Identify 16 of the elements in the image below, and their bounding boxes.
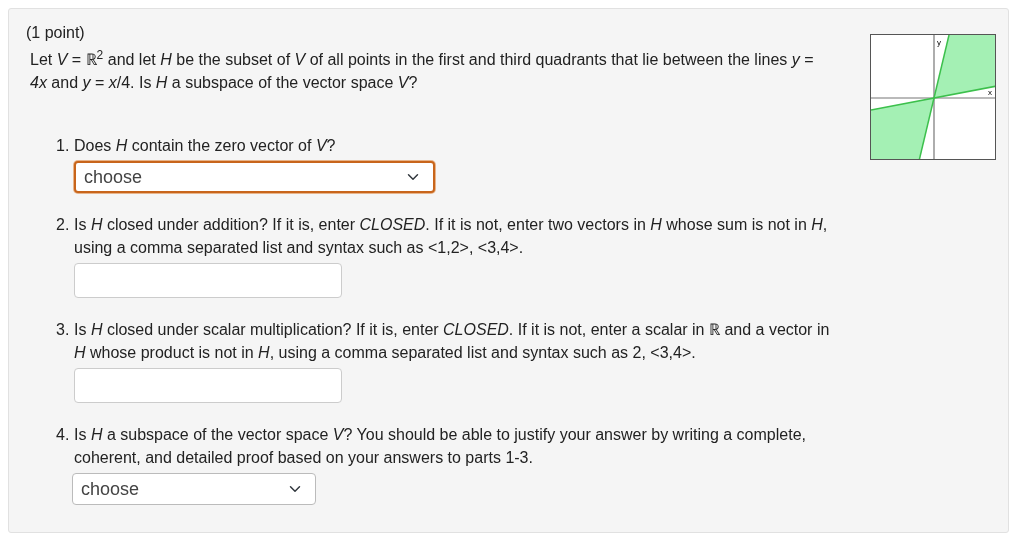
- answer-dropdown[interactable]: choose: [74, 161, 435, 193]
- answer-field[interactable]: [74, 263, 342, 298]
- question-text: Does H contain the zero vector of V?: [74, 136, 337, 156]
- question-number: 4.: [56, 425, 71, 445]
- question-number: 3.: [56, 320, 71, 340]
- answer-dropdown[interactable]: choose: [72, 473, 316, 505]
- points-label: (1 point): [26, 23, 86, 43]
- question-number: 1.: [56, 136, 71, 156]
- question-text: Is H closed under scalar multiplication? If it is, enter CLOSED. If it is not, enter a scalar in ℝ and a vector in H whose product is not in H, using a comma separated list and syntax such as 2, <3,4>.: [74, 320, 831, 363]
- question-number: 2.: [56, 215, 71, 235]
- question-text: Let V = ℝ$^{2}$ and let H be the subset of V of all points in the first and third quadrants that lie between the lines y = 4x and y = x/4. Is H a subspace of the vector space V?: [30, 48, 815, 93]
- answer-field[interactable]: [74, 368, 342, 403]
- question-text: Is H a subspace of the vector space V? You should be able to justify your answer by writing a complete, coherent, and detailed proof based on your answers to parts 1-3.: [74, 425, 807, 468]
- axis-label: x: [988, 88, 992, 97]
- axis-label: y: [937, 38, 941, 47]
- question-text: Is H closed under addition? If it is, enter CLOSED. If it is not, enter two vectors in H whose sum is not in H, using a comma separated list and syntax such as <1,2>, <3,4>.: [74, 215, 829, 258]
